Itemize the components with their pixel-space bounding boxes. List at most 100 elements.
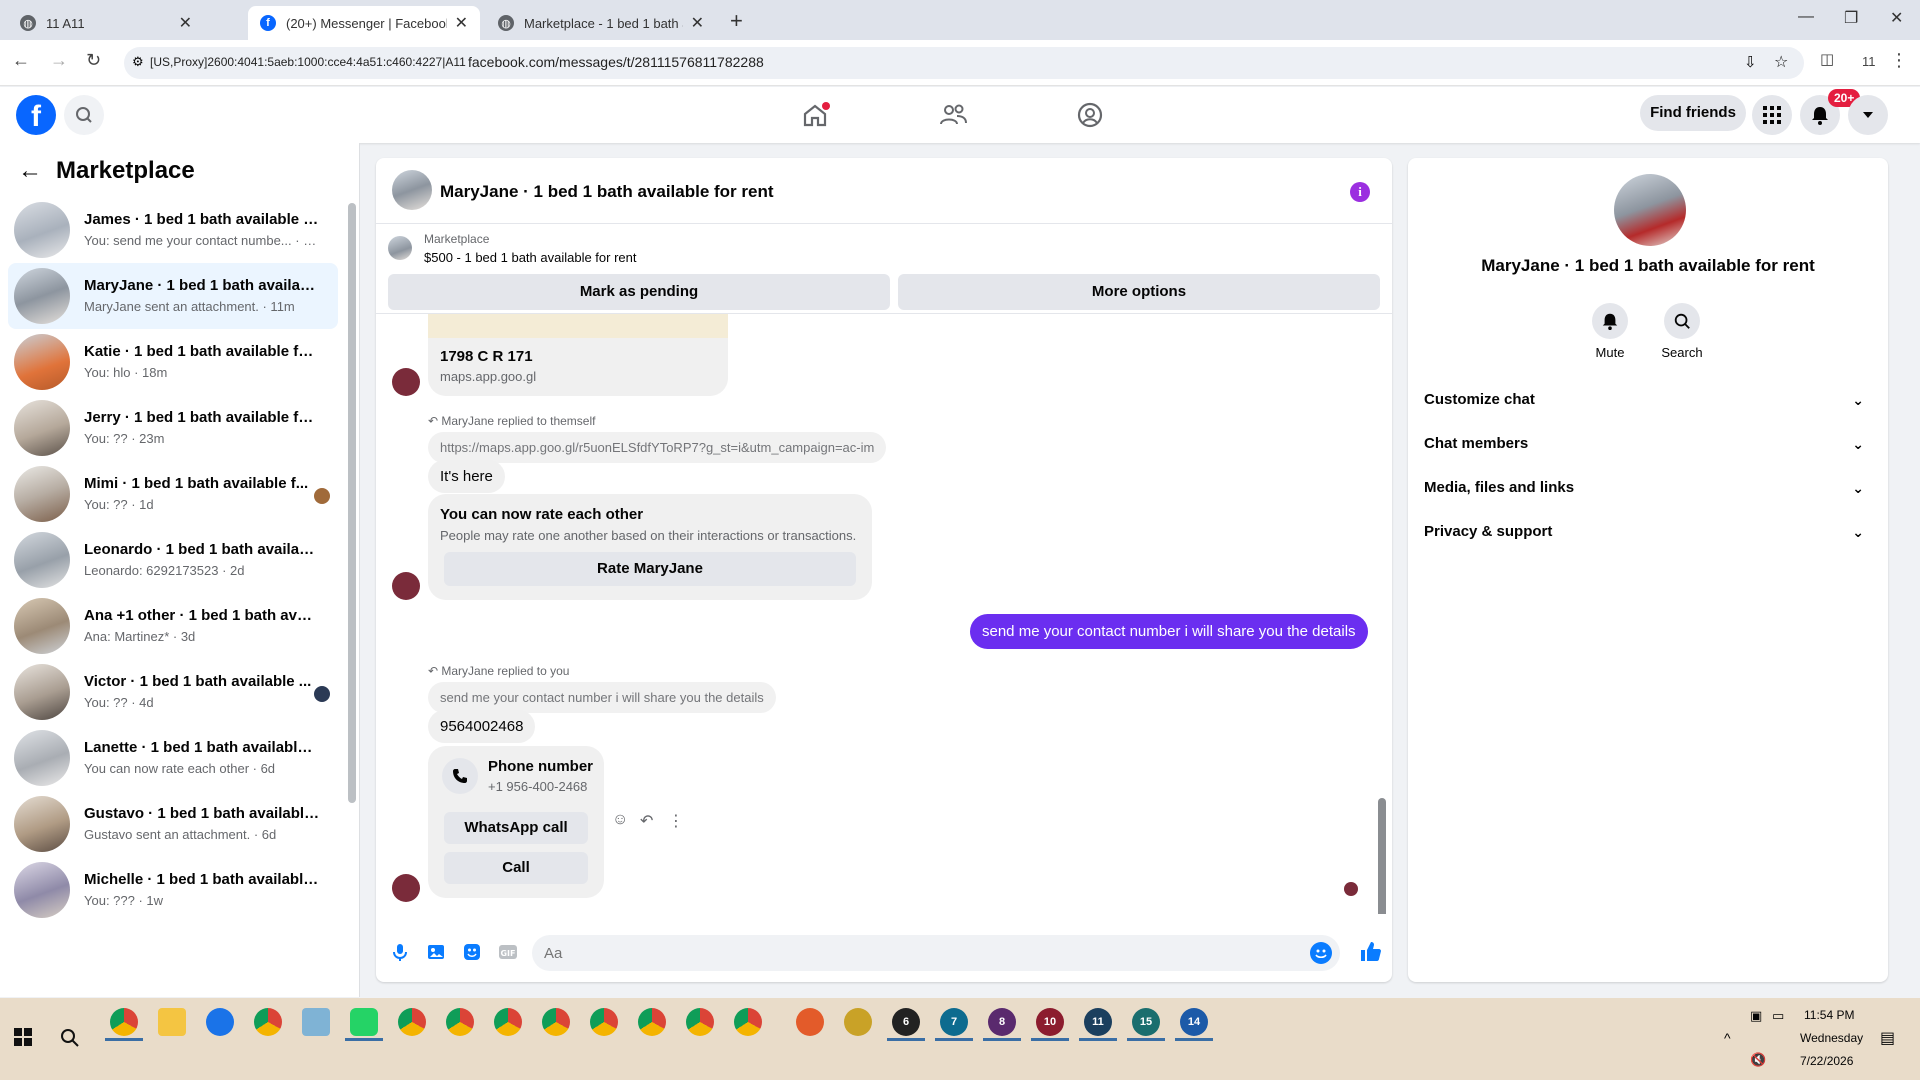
chrome-icon[interactable] — [590, 1008, 618, 1036]
privacy-support-row[interactable]: Privacy & support ⌄ — [1424, 514, 1872, 550]
conversation-item[interactable]: Ana +1 other · 1 bed 1 bath avail... Ana… — [8, 593, 338, 659]
conversation-item[interactable]: Michelle · 1 bed 1 bath available ... Yo… — [8, 857, 338, 923]
map-link-card[interactable]: 1798 C R 171 maps.app.goo.gl — [428, 314, 728, 396]
mute-button[interactable]: Mute — [1580, 303, 1640, 360]
reply-quote[interactable]: send me your contact number i will share… — [428, 682, 776, 713]
bookmark-star-icon[interactable]: ☆ — [1774, 52, 1788, 72]
install-icon[interactable]: ⇩ — [1744, 53, 1757, 71]
menu-button[interactable] — [1752, 95, 1792, 135]
thumbs-up-icon[interactable] — [1358, 940, 1382, 964]
listing-title[interactable]: $500 - 1 bed 1 bath available for rent — [424, 250, 636, 265]
numbered-app-icon[interactable]: 15 — [1132, 1008, 1160, 1036]
taskbar-search-icon[interactable] — [60, 1028, 80, 1048]
more-options-button[interactable]: More options — [898, 274, 1380, 310]
speaker-muted-icon[interactable]: 🔇 — [1750, 1052, 1766, 1068]
notification-center-icon[interactable]: ▤ — [1880, 1028, 1895, 1048]
microphone-icon[interactable] — [390, 942, 410, 962]
chrome-icon[interactable] — [734, 1008, 762, 1036]
network-icon[interactable]: ▭ — [1772, 1008, 1784, 1024]
react-emoji-icon[interactable]: ☺ — [612, 811, 628, 829]
clock-day[interactable]: Wednesday — [1800, 1031, 1863, 1045]
listing-thumbnail[interactable] — [388, 236, 412, 260]
profile-count[interactable]: 11 — [1862, 54, 1876, 69]
chrome-icon[interactable] — [494, 1008, 522, 1036]
friends-nav-button[interactable] — [935, 97, 971, 133]
search-in-conversation-button[interactable]: Search — [1652, 303, 1712, 360]
window-close-icon[interactable]: ✕ — [1890, 8, 1903, 28]
app-icon[interactable] — [796, 1008, 824, 1036]
close-icon[interactable]: ✕ — [455, 13, 468, 33]
app-icon[interactable] — [302, 1008, 330, 1036]
sidebar-scrollbar[interactable] — [348, 203, 356, 803]
numbered-app-icon[interactable]: 14 — [1180, 1008, 1208, 1036]
mark-as-pending-button[interactable]: Mark as pending — [388, 274, 890, 310]
forward-icon[interactable]: → — [50, 50, 68, 71]
reply-icon[interactable]: ↶ — [640, 811, 653, 831]
more-icon[interactable]: ⋮ — [668, 811, 684, 831]
avatar[interactable] — [392, 170, 432, 210]
numbered-app-icon[interactable]: 11 — [1084, 1008, 1112, 1036]
reply-quote[interactable]: https://maps.app.goo.gl/r5uonELSfdfYToRP… — [428, 432, 887, 463]
numbered-app-icon[interactable]: 10 — [1036, 1008, 1064, 1036]
message-bubble[interactable]: 9564002468 — [428, 710, 536, 743]
message-input[interactable] — [532, 935, 1340, 971]
browser-tab-active[interactable]: f (20+) Messenger | Facebook ✕ — [248, 6, 480, 40]
chrome-icon[interactable] — [638, 1008, 666, 1036]
numbered-app-icon[interactable]: 7 — [940, 1008, 968, 1036]
chrome-icon[interactable] — [542, 1008, 570, 1036]
chrome-icon[interactable] — [446, 1008, 474, 1036]
facebook-logo[interactable]: f — [16, 95, 56, 135]
back-arrow-icon[interactable]: ← — [18, 157, 42, 185]
site-settings-icon[interactable]: ⚙ — [132, 54, 144, 70]
folder-icon[interactable] — [158, 1008, 186, 1036]
chevron-up-icon[interactable]: ^ — [1724, 1030, 1731, 1046]
call-button[interactable]: Call — [444, 852, 588, 884]
conversation-item[interactable]: Lanette · 1 bed 1 bath available f... Yo… — [8, 725, 338, 791]
conversation-item[interactable]: Gustavo · 1 bed 1 bath available ... Gus… — [8, 791, 338, 857]
message-bubble[interactable]: It's here — [428, 460, 505, 493]
back-icon[interactable]: ← — [12, 50, 30, 71]
chrome-icon[interactable] — [254, 1008, 282, 1036]
sticker-icon[interactable] — [462, 942, 482, 962]
conversation-item[interactable]: Leonardo · 1 bed 1 bath availabl... Leon… — [8, 527, 338, 593]
account-button[interactable] — [1848, 95, 1888, 135]
app-icon[interactable] — [206, 1008, 234, 1036]
find-friends-button[interactable]: Find friends — [1640, 95, 1746, 131]
sent-message-bubble[interactable]: send me your contact number i will share… — [970, 614, 1368, 649]
groups-nav-button[interactable] — [1072, 97, 1108, 133]
minimize-icon[interactable]: — — [1798, 8, 1814, 26]
conversation-item[interactable]: Katie · 1 bed 1 bath available for ... Y… — [8, 329, 338, 395]
meet-icon[interactable]: ▣ — [1750, 1008, 1762, 1024]
clock-time[interactable]: 11:54 PM — [1804, 1008, 1854, 1022]
new-tab-button[interactable]: + — [730, 8, 743, 34]
photo-icon[interactable] — [426, 942, 446, 962]
clock-date[interactable]: 7/22/2026 — [1800, 1054, 1853, 1068]
info-icon[interactable]: i — [1350, 182, 1370, 202]
sidebar-toggle-icon[interactable]: ◫ — [1820, 50, 1834, 68]
avatar[interactable] — [1614, 174, 1686, 246]
chat-title[interactable]: MaryJane · 1 bed 1 bath available for re… — [440, 182, 774, 202]
search-button[interactable] — [64, 95, 104, 135]
media-files-links-row[interactable]: Media, files and links ⌄ — [1424, 470, 1872, 506]
whatsapp-call-button[interactable]: WhatsApp call — [444, 812, 588, 844]
home-nav-button[interactable] — [797, 97, 833, 133]
chrome-icon[interactable] — [110, 1008, 138, 1036]
whatsapp-icon[interactable] — [350, 1008, 378, 1036]
conversation-item[interactable]: Mimi · 1 bed 1 bath available f... You: … — [8, 461, 338, 527]
windows-start-icon[interactable] — [14, 1028, 32, 1046]
customize-chat-row[interactable]: Customize chat ⌄ — [1424, 382, 1872, 418]
close-icon[interactable]: ✕ — [691, 13, 704, 33]
emoji-icon[interactable] — [1310, 942, 1332, 964]
close-icon[interactable]: ✕ — [179, 13, 192, 33]
numbered-app-icon[interactable]: 6 — [892, 1008, 920, 1036]
browser-tab[interactable]: ◍ 11 A11 ✕ — [8, 6, 204, 40]
url-text[interactable]: facebook.com/messages/t/2811157681178228… — [468, 54, 764, 70]
conversation-item[interactable]: Jerry · 1 bed 1 bath available for ... Y… — [8, 395, 338, 461]
chrome-icon[interactable] — [686, 1008, 714, 1036]
app-icon[interactable] — [844, 1008, 872, 1036]
chrome-icon[interactable] — [398, 1008, 426, 1036]
browser-tab[interactable]: ◍ Marketplace - 1 bed 1 bath ava ✕ — [486, 6, 716, 40]
rate-maryjane-button[interactable]: Rate MaryJane — [444, 552, 856, 586]
gif-icon[interactable]: GIF — [498, 942, 518, 962]
reload-icon[interactable]: ↻ — [86, 50, 101, 71]
